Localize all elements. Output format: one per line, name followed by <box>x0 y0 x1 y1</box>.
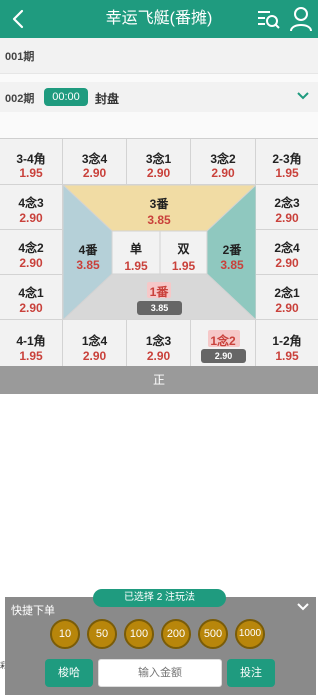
odd-odds: 1.95 <box>124 259 148 273</box>
chip-500[interactable]: 500 <box>198 619 228 649</box>
bet-cell-bottom-1[interactable]: 4-1角 1.95 <box>0 320 63 367</box>
center-fan-area: 3番 3.85 4番 3.85 单 1.95 双 1.95 2番 3.85 1番… <box>63 185 256 320</box>
bet-cell-bottom-5[interactable]: 1-2角 1.95 <box>256 320 318 367</box>
app-header: 幸运飞艇(番摊) <box>0 0 318 38</box>
bet-history-icon[interactable] <box>255 7 281 31</box>
current-issue-row[interactable]: 002期 00:00 封盘 <box>0 82 318 112</box>
bet-cell-top-3[interactable]: 3念1 2.90 <box>127 139 191 185</box>
fan-4-label: 4番 <box>78 243 98 257</box>
fan-3-odds: 3.85 <box>147 213 171 227</box>
collapse-chevron-icon[interactable] <box>296 601 310 613</box>
fan-1-label: 1番 <box>149 285 169 299</box>
bet-cell-left-3[interactable]: 4念1 2.90 <box>0 275 63 320</box>
bet-cell-top-1[interactable]: 3-4角 1.95 <box>0 139 63 185</box>
chip-100[interactable]: 100 <box>124 619 154 649</box>
bet-cell-left-2[interactable]: 4念2 2.90 <box>0 230 63 275</box>
fan-4-odds: 3.85 <box>76 258 100 272</box>
status-label: 封盘 <box>95 92 120 106</box>
bet-cell-right-2[interactable]: 2念4 2.90 <box>256 230 318 275</box>
bet-cell-right-1[interactable]: 2念3 2.90 <box>256 185 318 230</box>
chip-10[interactable]: 10 <box>50 619 80 649</box>
bet-cell-left-1[interactable]: 4念3 2.90 <box>0 185 63 230</box>
fan-3-label: 3番 <box>149 197 169 211</box>
previous-issue-label: 001期 <box>5 51 35 63</box>
odd-label: 单 <box>129 242 142 256</box>
submit-bet-button[interactable]: 投注 <box>227 659 275 687</box>
previous-issue-row: 001期 <box>0 38 318 74</box>
selected-odds-badge: 2.90 <box>201 349 246 363</box>
quick-bet-panel: 快捷下单 10 50 100 200 500 1000 梭哈 投注 <box>5 597 316 695</box>
selected-count-pill: 已选择 2 注玩法 <box>93 589 226 607</box>
all-in-button[interactable]: 梭哈 <box>45 659 93 687</box>
user-icon[interactable] <box>289 6 313 32</box>
even-odds: 1.95 <box>171 259 196 273</box>
page: 幸运飞艇(番摊) 001期 002期 00:00 封盘 3-4角 1.95 3念… <box>0 0 318 698</box>
fan-2-odds: 3.85 <box>220 258 244 272</box>
back-arrow-icon[interactable] <box>6 5 32 33</box>
betting-board: 3-4角 1.95 3念4 2.90 3念1 2.90 3念2 2.90 2-3… <box>0 138 318 367</box>
fan-1-odds-badge: 3.85 <box>137 301 182 315</box>
chip-50[interactable]: 50 <box>87 619 117 649</box>
chip-200[interactable]: 200 <box>161 619 191 649</box>
bet-cell-right-3[interactable]: 2念1 2.90 <box>256 275 318 320</box>
bet-cell-top-2[interactable]: 3念4 2.90 <box>63 139 127 185</box>
amount-input[interactable] <box>98 659 222 687</box>
bet-cell-top-5[interactable]: 2-3角 1.95 <box>256 139 318 185</box>
chevron-down-icon[interactable] <box>296 89 310 103</box>
quick-bet-title: 快捷下单 <box>11 605 55 617</box>
bet-cell-bottom-4[interactable]: 1念2 2.90 <box>191 320 256 367</box>
chip-1000[interactable]: 1000 <box>235 619 265 649</box>
even-label: 双 <box>177 242 190 256</box>
current-issue-label: 002期 <box>5 93 35 105</box>
bet-cell-bottom-3[interactable]: 1念3 2.90 <box>127 320 191 367</box>
page-title: 幸运飞艇(番摊) <box>105 10 213 27</box>
fan-2-label: 2番 <box>222 243 242 257</box>
countdown-badge: 00:00 <box>44 88 88 106</box>
zheng-bar[interactable]: 正 <box>0 366 318 394</box>
bet-cell-bottom-2[interactable]: 1念4 2.90 <box>63 320 127 367</box>
bet-cell-top-4[interactable]: 3念2 2.90 <box>191 139 256 185</box>
